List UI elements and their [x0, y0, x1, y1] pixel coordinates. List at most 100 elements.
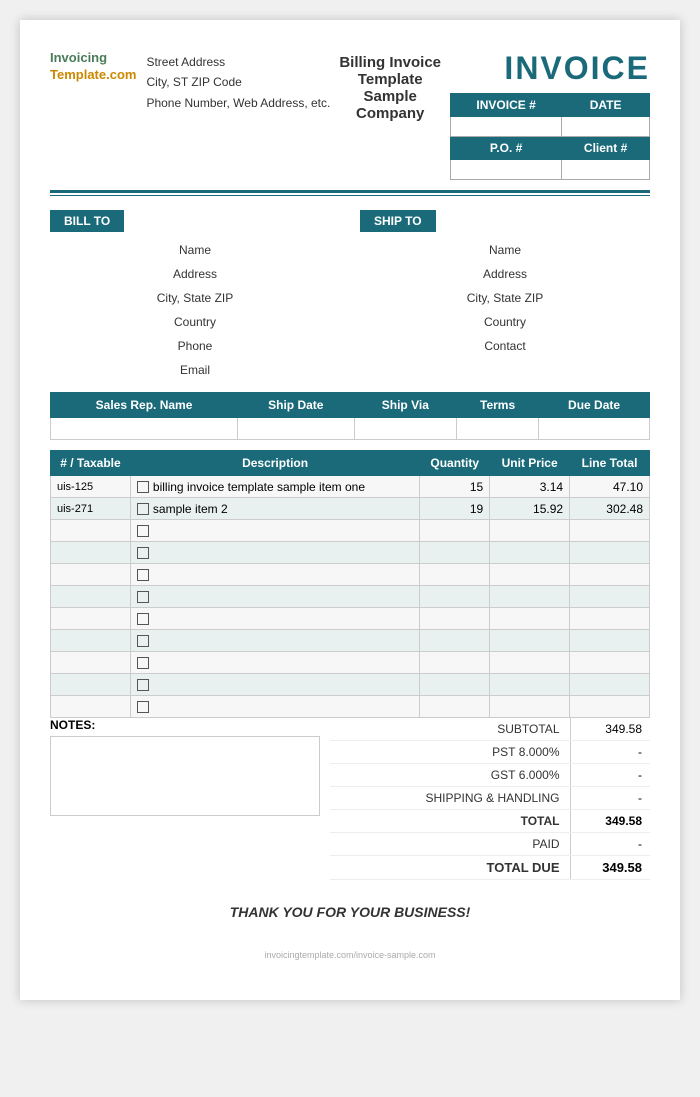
ship-via-header: Ship Via — [354, 393, 457, 418]
item-unit-price — [490, 520, 570, 542]
bill-ship-body: Name Address City, State ZIP Country Pho… — [50, 238, 650, 382]
item-line-total — [570, 564, 650, 586]
item-description — [130, 542, 419, 564]
table-row: uis-271sample item 21915.92302.48 — [51, 498, 650, 520]
item-quantity — [420, 586, 490, 608]
bill-address: Address — [50, 262, 340, 286]
item-id — [51, 652, 131, 674]
item-checkbox[interactable] — [137, 635, 149, 647]
col-number-taxable: # / Taxable — [51, 451, 131, 476]
gst-label: GST 6.000% — [330, 764, 570, 787]
col-unit-price: Unit Price — [490, 451, 570, 476]
notes-section: NOTES: — [50, 718, 320, 880]
shipping-value: - — [570, 787, 650, 810]
item-checkbox[interactable] — [137, 547, 149, 559]
thank-you-text: THANK YOU FOR YOUR BUSINESS! — [50, 904, 650, 920]
bill-to-label-container: BILL TO — [50, 210, 340, 232]
bottom-section: NOTES: SUBTOTAL 349.58 PST 8.000% - GST … — [50, 718, 650, 880]
item-checkbox[interactable] — [137, 591, 149, 603]
item-checkbox[interactable] — [137, 481, 149, 493]
item-line-total — [570, 652, 650, 674]
item-unit-price — [490, 564, 570, 586]
shipping-label: SHIPPING & HANDLING — [330, 787, 570, 810]
pst-label: PST 8.000% — [330, 741, 570, 764]
item-id — [51, 586, 131, 608]
bill-name: Name — [50, 238, 340, 262]
invoice-info-table: INVOICE # DATE P.O. # Client # — [450, 93, 650, 180]
paid-value: - — [570, 833, 650, 856]
subtotal-row: SUBTOTAL 349.58 — [330, 718, 650, 741]
item-quantity — [420, 630, 490, 652]
item-desc-text: billing invoice template sample item one — [153, 480, 365, 494]
header-left: Invoicing Template.com Street Address Ci… — [50, 50, 330, 113]
table-row: uis-125billing invoice template sample i… — [51, 476, 650, 498]
ship-city-state-zip: City, State ZIP — [360, 286, 650, 310]
item-quantity — [420, 696, 490, 718]
ship-name: Name — [360, 238, 650, 262]
date-value — [562, 117, 650, 137]
item-checkbox[interactable] — [137, 503, 149, 515]
notes-box[interactable] — [50, 736, 320, 816]
table-row — [51, 542, 650, 564]
item-unit-price — [490, 630, 570, 652]
item-checkbox[interactable] — [137, 525, 149, 537]
item-checkbox[interactable] — [137, 701, 149, 713]
totals-table: SUBTOTAL 349.58 PST 8.000% - GST 6.000% … — [330, 718, 650, 880]
item-checkbox[interactable] — [137, 613, 149, 625]
address-line1: Street Address — [146, 52, 330, 72]
notes-label: NOTES: — [50, 718, 320, 732]
logo-template: Template.com — [50, 67, 136, 82]
po-value — [451, 160, 562, 180]
item-description — [130, 564, 419, 586]
col-line-total: Line Total — [570, 451, 650, 476]
bill-city-state-zip: City, State ZIP — [50, 286, 340, 310]
table-row — [51, 652, 650, 674]
paid-row: PAID - — [330, 833, 650, 856]
item-line-total — [570, 630, 650, 652]
ship-via-value — [354, 418, 457, 440]
total-due-value: 349.58 — [570, 856, 650, 880]
bill-ship-labels: BILL TO SHIP TO — [50, 210, 650, 232]
total-row: TOTAL 349.58 — [330, 810, 650, 833]
due-date-value — [539, 418, 650, 440]
item-id — [51, 542, 131, 564]
item-description: sample item 2 — [130, 498, 419, 520]
bill-country: Country — [50, 310, 340, 334]
bill-phone: Phone — [50, 334, 340, 358]
sales-rep-value — [51, 418, 238, 440]
gst-row: GST 6.000% - — [330, 764, 650, 787]
item-quantity — [420, 542, 490, 564]
invoice-num-value — [451, 117, 562, 137]
table-row — [51, 630, 650, 652]
total-label: TOTAL — [330, 810, 570, 833]
ship-to-label-container: SHIP TO — [360, 210, 650, 232]
item-unit-price — [490, 696, 570, 718]
total-value: 349.58 — [570, 810, 650, 833]
invoice-page: Invoicing Template.com Street Address Ci… — [20, 20, 680, 1000]
item-quantity — [420, 564, 490, 586]
item-description — [130, 608, 419, 630]
item-description — [130, 652, 419, 674]
divider — [50, 190, 650, 196]
client-value — [562, 160, 650, 180]
ship-country: Country — [360, 310, 650, 334]
totals-section: SUBTOTAL 349.58 PST 8.000% - GST 6.000% … — [330, 718, 650, 880]
item-checkbox[interactable] — [137, 569, 149, 581]
bill-to-details: Name Address City, State ZIP Country Pho… — [50, 238, 340, 382]
item-id — [51, 696, 131, 718]
total-due-row: TOTAL DUE 349.58 — [330, 856, 650, 880]
item-checkbox[interactable] — [137, 657, 149, 669]
item-quantity — [420, 608, 490, 630]
item-unit-price: 15.92 — [490, 498, 570, 520]
gst-value: - — [570, 764, 650, 787]
item-description — [130, 586, 419, 608]
table-row — [51, 674, 650, 696]
table-row — [51, 696, 650, 718]
ship-to-label: SHIP TO — [360, 210, 436, 232]
item-quantity — [420, 652, 490, 674]
item-checkbox[interactable] — [137, 679, 149, 691]
item-quantity: 15 — [420, 476, 490, 498]
item-id: uis-271 — [51, 498, 131, 520]
item-description — [130, 630, 419, 652]
col-description: Description — [130, 451, 419, 476]
